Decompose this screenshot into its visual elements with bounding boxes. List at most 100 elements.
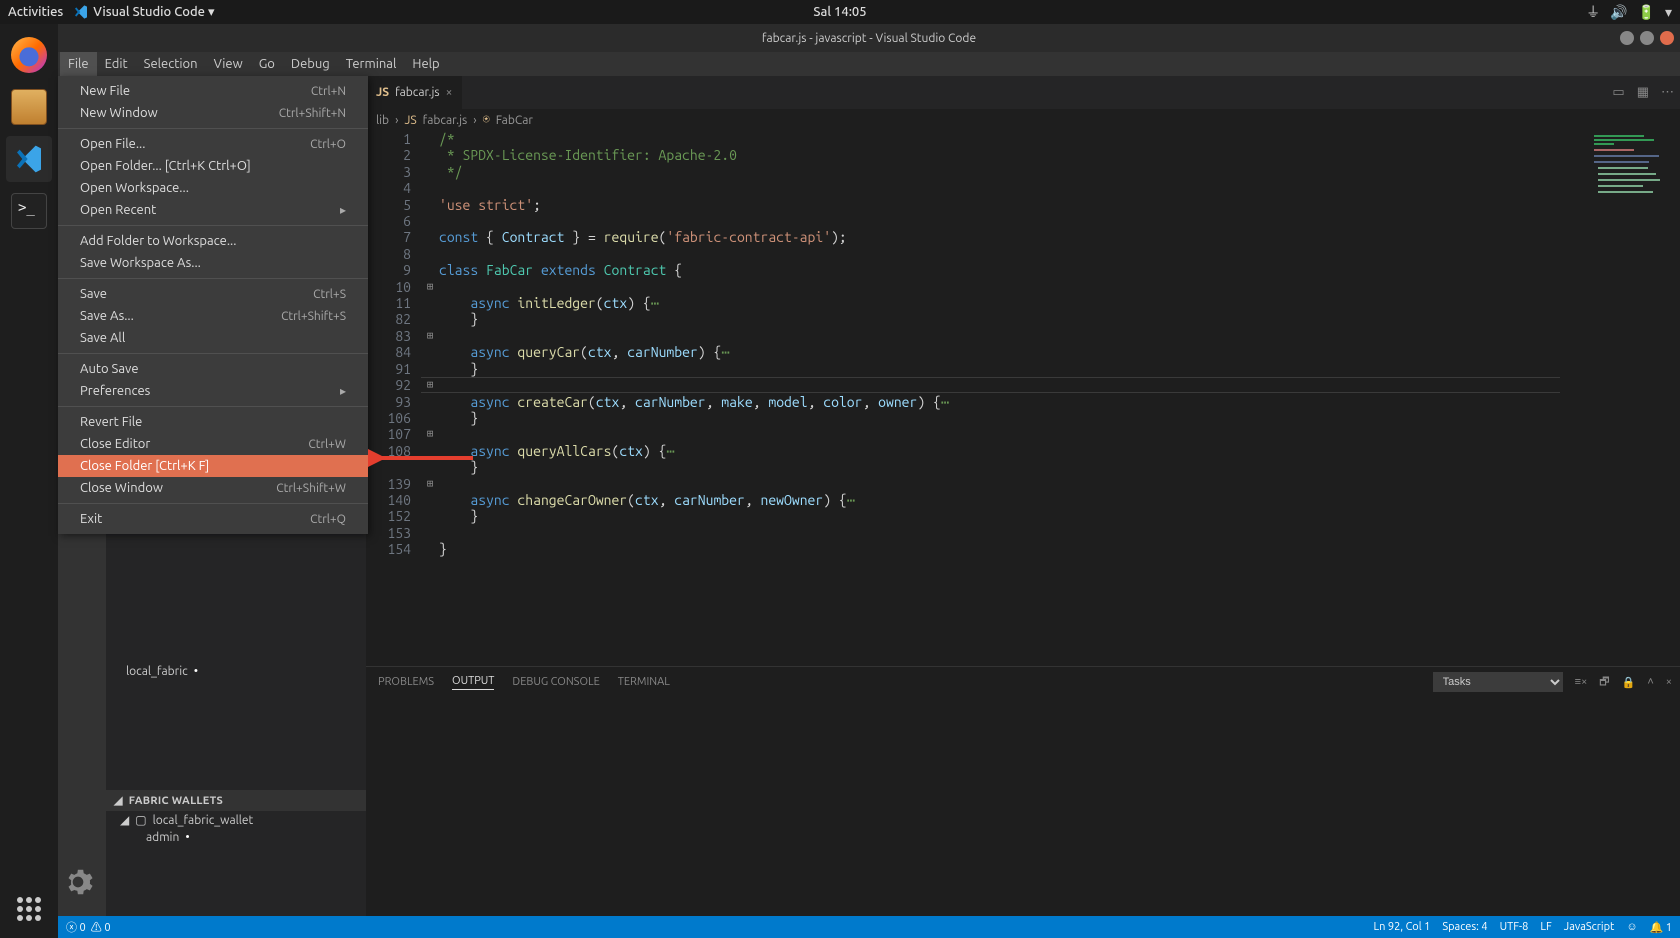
menu-separator (58, 406, 368, 407)
network-icon[interactable]: ⏚ (1586, 2, 1600, 22)
feedback-icon[interactable]: ☺ (1626, 921, 1637, 933)
launcher-apps-grid[interactable] (6, 886, 52, 932)
apps-grid-icon (17, 897, 41, 921)
file-menu-item[interactable]: Open Workspace... (58, 177, 368, 199)
tab-label: fabcar.js (395, 86, 440, 99)
wallet-icon: ▢ (135, 813, 146, 827)
js-icon: JS (404, 114, 416, 127)
file-menu-item[interactable]: New FileCtrl+N (58, 80, 368, 102)
menu-help[interactable]: Help (404, 52, 447, 76)
fold-column[interactable]: ⊞ ⊞ ⊞ ⊞ ⊞ (421, 131, 439, 666)
file-menu-item[interactable]: Auto Save (58, 358, 368, 380)
activities-button[interactable]: Activities (8, 5, 63, 19)
vscode-icon (13, 143, 45, 175)
file-menu-item[interactable]: SaveCtrl+S (58, 283, 368, 305)
menu-separator (58, 278, 368, 279)
js-icon: JS (376, 86, 389, 99)
close-tab-icon[interactable]: × (446, 86, 453, 99)
code[interactable]: /* * SPDX-License-Identifier: Apache-2.0… (439, 131, 1580, 666)
minimize-button[interactable] (1620, 31, 1634, 45)
menu-selection[interactable]: Selection (136, 52, 206, 76)
more-icon[interactable]: ⋯ (1661, 85, 1674, 100)
tab-fabcar-js[interactable]: JS fabcar.js × (366, 76, 463, 109)
tab-bar: JS fabcar.js × ▭ ▦ ⋯ (366, 76, 1680, 109)
status-encoding[interactable]: UTF-8 (1500, 921, 1529, 933)
sidebar-section-fabric-wallets[interactable]: ◢ FABRIC WALLETS (106, 790, 366, 811)
file-menu-item[interactable]: New WindowCtrl+Shift+N (58, 102, 368, 124)
status-eol[interactable]: LF (1540, 921, 1551, 933)
menu-separator (58, 225, 368, 226)
output-channel-select[interactable]: Tasks (1433, 672, 1563, 692)
file-menu-item[interactable]: ExitCtrl+Q (58, 508, 368, 530)
launcher-vscode[interactable] (6, 136, 52, 182)
warning-icon: ⚠ (91, 922, 102, 934)
maximize-panel-icon[interactable]: ˄ (1647, 676, 1653, 688)
breadcrumb[interactable]: lib› JS fabcar.js› ⍟ FabCar (366, 109, 1680, 131)
volume-icon[interactable]: 🔊 (1610, 4, 1627, 21)
layout-icon[interactable]: ▦ (1637, 85, 1649, 100)
clock[interactable]: Sal 14:05 (813, 5, 866, 19)
sidebar-item-wallet-admin[interactable]: admin• (106, 829, 366, 846)
file-menu-item[interactable]: Save All (58, 327, 368, 349)
menu-file[interactable]: File (60, 52, 97, 76)
editor-area: JS fabcar.js × ▭ ▦ ⋯ lib› JS fabcar.js› … (366, 76, 1680, 916)
launcher-terminal[interactable] (6, 188, 52, 234)
menu-separator (58, 353, 368, 354)
status-ln-col[interactable]: Ln 92, Col 1 (1374, 921, 1431, 933)
error-icon: ⓧ (66, 922, 77, 934)
file-menu-item[interactable]: Close WindowCtrl+Shift+W (58, 477, 368, 499)
gnome-top-panel: Activities Visual Studio Code ▾ Sal 14:0… (0, 0, 1680, 24)
menu-edit[interactable]: Edit (97, 52, 136, 76)
menu-go[interactable]: Go (251, 52, 283, 76)
gutter[interactable]: 1 2 3 4 5 6 7 8 9 10 11 82 83 84 91 92 9… (366, 131, 421, 666)
window-titlebar[interactable]: fabcar.js - javascript - Visual Studio C… (58, 24, 1680, 52)
status-spaces[interactable]: Spaces: 4 (1442, 921, 1487, 933)
vscode-icon (73, 4, 89, 20)
file-menu-item[interactable]: Add Folder to Workspace... (58, 230, 368, 252)
chevron-down-icon: ◢ (120, 813, 129, 827)
battery-icon[interactable]: 🔋 (1638, 4, 1655, 21)
menu-debug[interactable]: Debug (283, 52, 338, 76)
window-title: fabcar.js - javascript - Visual Studio C… (762, 32, 976, 45)
close-window-button[interactable] (1660, 31, 1674, 45)
sidebar-item-wallet[interactable]: ◢ ▢ local_fabric_wallet (106, 811, 366, 829)
editor-body[interactable]: 1 2 3 4 5 6 7 8 9 10 11 82 83 84 91 92 9… (366, 131, 1680, 666)
panel-tab-debug-console[interactable]: DEBUG CONSOLE (512, 676, 599, 688)
file-menu-item[interactable]: Save Workspace As... (58, 252, 368, 274)
panel-tab-output[interactable]: OUTPUT (452, 675, 494, 690)
status-notifications[interactable]: 🔔 1 (1650, 921, 1672, 934)
file-menu-item[interactable]: Save As...Ctrl+Shift+S (58, 305, 368, 327)
settings-gear-icon[interactable] (62, 866, 94, 898)
launcher-dock (0, 24, 58, 938)
clear-output-icon[interactable]: ≡× (1575, 676, 1588, 688)
launcher-firefox[interactable] (6, 32, 52, 78)
bottom-panel: PROBLEMS OUTPUT DEBUG CONSOLE TERMINAL T… (366, 666, 1680, 916)
panel-body[interactable] (366, 697, 1680, 916)
file-menu-item[interactable]: Revert File (58, 411, 368, 433)
top-panel-app[interactable]: Visual Studio Code ▾ (73, 4, 214, 20)
minimap[interactable] (1580, 131, 1680, 666)
close-panel-icon[interactable]: × (1666, 676, 1672, 688)
open-log-icon[interactable]: 🗗 (1599, 673, 1609, 692)
file-menu-item[interactable]: Close EditorCtrl+W (58, 433, 368, 455)
sidebar-item-local-fabric[interactable]: local_fabric• (106, 663, 366, 680)
chevron-down-icon: ◢ (114, 794, 123, 807)
menu-view[interactable]: View (206, 52, 251, 76)
minimap-thumb (1594, 135, 1674, 205)
file-menu-item[interactable]: Open Folder... [Ctrl+K Ctrl+O] (58, 155, 368, 177)
file-menu-item[interactable]: Close Folder [Ctrl+K F] (58, 455, 368, 477)
menu-terminal[interactable]: Terminal (338, 52, 405, 76)
status-lang[interactable]: JavaScript (1564, 921, 1615, 933)
lock-scroll-icon[interactable]: 🔒 (1622, 676, 1636, 689)
file-menu-item[interactable]: Open Recent▸ (58, 199, 368, 221)
panel-tab-problems[interactable]: PROBLEMS (378, 676, 434, 688)
split-editor-icon[interactable]: ▭ (1612, 85, 1624, 100)
maximize-button[interactable] (1640, 31, 1654, 45)
status-errors[interactable]: ⓧ 0 ⚠ 0 (66, 919, 111, 935)
file-menu-item[interactable]: Preferences▸ (58, 380, 368, 402)
panel-tab-terminal[interactable]: TERMINAL (618, 676, 670, 688)
power-menu-icon[interactable]: ▾ (1665, 4, 1672, 21)
file-menu-item[interactable]: Open File...Ctrl+O (58, 133, 368, 155)
menu-separator (58, 128, 368, 129)
launcher-files[interactable] (6, 84, 52, 130)
